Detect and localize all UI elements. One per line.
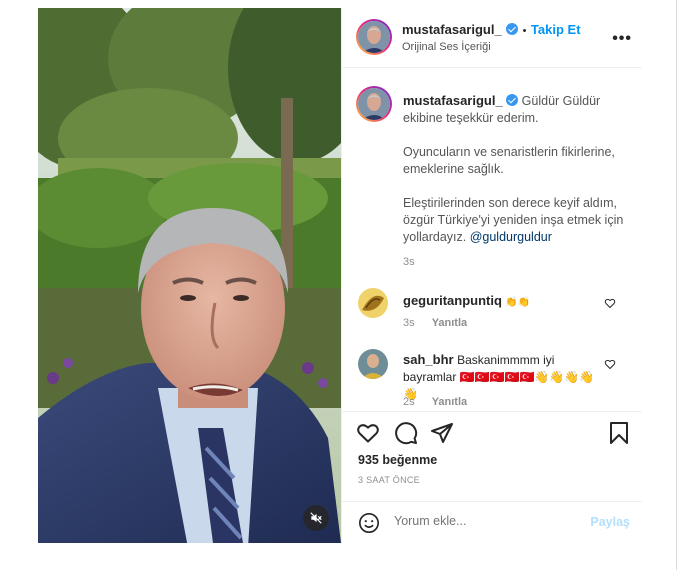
comment-username[interactable]: sah_bhr — [403, 352, 454, 367]
heart-icon[interactable] — [356, 421, 380, 445]
page: mustafasarigul_ • Takip Et Orijinal Ses … — [0, 0, 686, 570]
caption-time[interactable]: 3s — [403, 254, 633, 271]
verified-badge-icon — [506, 94, 519, 106]
header-separator: • — [522, 25, 527, 37]
commenter-avatar[interactable] — [358, 288, 388, 318]
caption-mention-link[interactable]: @guldurguldur — [470, 230, 552, 244]
caption-line-1: Güldür Güldür — [521, 94, 601, 108]
author-username[interactable]: mustafasarigul_ — [402, 22, 502, 37]
comment-meta: 2s Yanıtla — [403, 396, 467, 408]
post-actions — [342, 418, 642, 448]
post-video[interactable] — [38, 8, 341, 543]
comment-text: 👏👏 — [505, 297, 531, 308]
section-divider — [342, 411, 642, 412]
comment-time[interactable]: 2s — [403, 396, 415, 408]
comment-body: geguritanpuntiq 👏👏 — [403, 292, 603, 311]
audio-label[interactable]: Orijinal Ses İçeriği — [402, 41, 491, 53]
add-comment-bar: Paylaş — [342, 501, 642, 543]
avatar-image — [358, 21, 390, 53]
verified-badge-icon — [506, 23, 519, 35]
commenter-avatar[interactable] — [358, 349, 388, 379]
author-avatar[interactable] — [356, 19, 392, 55]
mute-button[interactable] — [303, 505, 329, 531]
caption-line-2: ekibine teşekkür ederim. — [403, 111, 539, 125]
post-header: mustafasarigul_ • Takip Et Orijinal Ses … — [342, 8, 642, 68]
bookmark-icon[interactable] — [608, 421, 630, 445]
comment-like-heart-icon[interactable] — [604, 297, 616, 309]
emoji-icon[interactable] — [358, 512, 380, 534]
post-comment-button[interactable]: Paylaş — [590, 515, 630, 529]
more-horizontal-icon: ••• — [612, 30, 632, 47]
caption-avatar[interactable] — [356, 86, 392, 122]
reply-button[interactable]: Yanıtla — [432, 317, 467, 329]
post-time[interactable]: 3 SAAT ÖNCE — [358, 475, 420, 485]
post-dialog: mustafasarigul_ • Takip Et Orijinal Ses … — [38, 8, 642, 543]
caption-username[interactable]: mustafasarigul_ — [403, 93, 503, 108]
avatar-image — [358, 88, 390, 120]
comment-meta: 3s Yanıtla — [403, 317, 467, 329]
comments-list: mustafasarigul_ Güldür Güldür ekibine te… — [342, 68, 642, 408]
reply-button[interactable]: Yanıtla — [432, 396, 467, 408]
likes-count[interactable]: 935 beğenme — [358, 453, 437, 467]
comment-time[interactable]: 3s — [403, 317, 415, 329]
page-edge — [676, 0, 677, 570]
comment-username[interactable]: geguritanpuntiq — [403, 293, 502, 308]
comment-input[interactable] — [394, 514, 574, 528]
caption: mustafasarigul_ Güldür Güldür ekibine te… — [403, 92, 633, 271]
muted-speaker-icon — [310, 512, 322, 524]
comment-like-heart-icon[interactable] — [604, 358, 616, 370]
more-options-button[interactable]: ••• — [612, 30, 632, 48]
caption-paragraph-2: Oyuncuların ve senaristlerin fikirlerine… — [403, 145, 615, 176]
post-side-panel: mustafasarigul_ • Takip Et Orijinal Ses … — [341, 8, 642, 543]
follow-button[interactable]: Takip Et — [531, 22, 581, 37]
share-icon[interactable] — [430, 421, 454, 445]
video-frame-image — [38, 8, 341, 543]
comment-icon[interactable] — [394, 421, 418, 445]
